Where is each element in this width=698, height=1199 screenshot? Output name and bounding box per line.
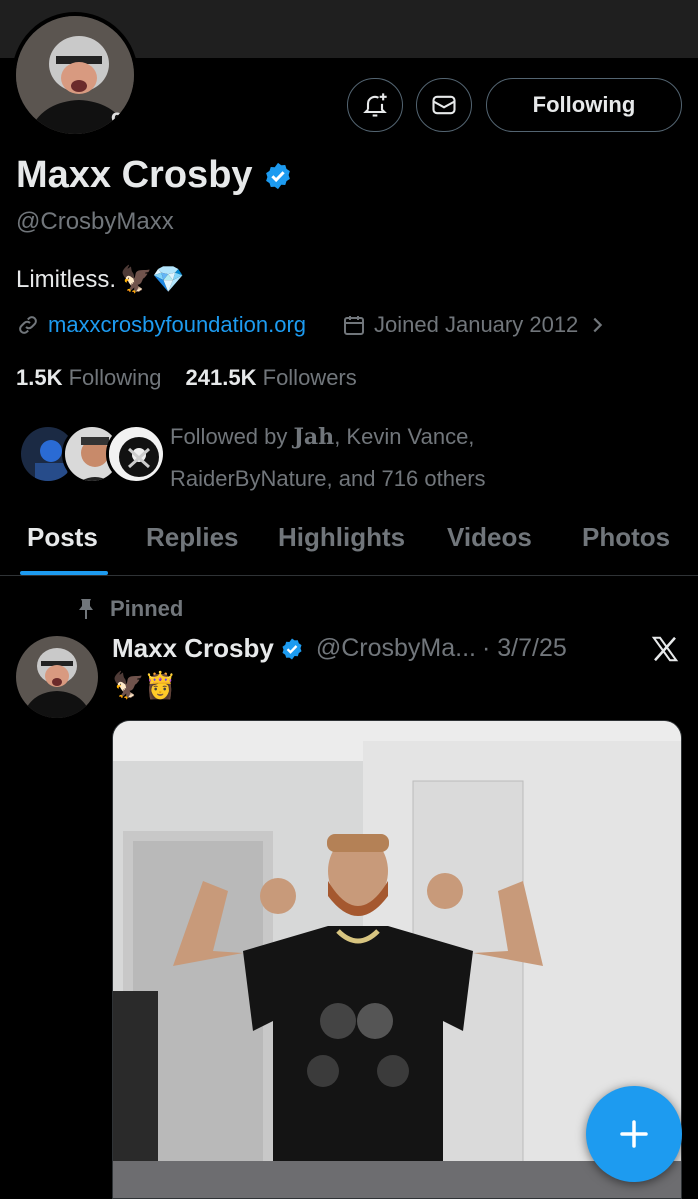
calendar-icon xyxy=(344,316,365,335)
followers-count-label: Followers xyxy=(262,365,357,390)
followed-by-text[interactable]: Followed by Jah, Kevin Vance, RaiderByNa… xyxy=(170,416,670,499)
profile-bio: Limitless. 🦅💎 xyxy=(16,264,185,295)
follower-avatar xyxy=(106,424,166,484)
tab-videos[interactable]: Videos xyxy=(447,522,532,553)
followers-count-link[interactable]: 241.5K Followers xyxy=(186,365,357,391)
profile-avatar[interactable]: 9 xyxy=(12,12,138,138)
tab-replies[interactable]: Replies xyxy=(146,522,239,553)
followed-by-name: Jah xyxy=(293,424,335,450)
notification-bell-button[interactable] xyxy=(347,78,403,132)
profile-name: Maxx Crosby xyxy=(16,154,293,197)
following-count-link[interactable]: 1.5K Following xyxy=(16,365,162,391)
followed-by-avatars[interactable] xyxy=(18,424,166,486)
followers-count: 241.5K xyxy=(185,365,257,390)
post-author-handle[interactable]: @CrosbyMa... xyxy=(316,634,476,663)
joined-date: Joined January 2012 xyxy=(374,312,579,337)
pinned-label: Pinned xyxy=(76,596,183,622)
bell-plus-icon xyxy=(363,93,387,117)
active-tab-indicator xyxy=(20,571,108,575)
x-logo-icon[interactable] xyxy=(650,634,680,664)
profile-handle: @CrosbyMaxx xyxy=(16,208,174,235)
plus-icon xyxy=(620,1120,648,1148)
pin-icon xyxy=(79,599,93,619)
following-button[interactable]: Following xyxy=(486,78,682,132)
profile-meta: maxxcrosbyfoundation.org Joined January … xyxy=(16,312,608,338)
followed-by-line2: RaiderByNature, and 716 others xyxy=(170,466,486,491)
post-date[interactable]: · 3/7/25 xyxy=(482,634,567,663)
svg-text:9: 9 xyxy=(111,108,123,133)
followed-by-rest: , Kevin Vance, xyxy=(334,424,475,449)
following-button-label: Following xyxy=(532,92,636,117)
bio-emojis: 🦅💎 xyxy=(120,264,185,294)
chevron-right-icon[interactable] xyxy=(586,314,608,336)
following-count-label: Following xyxy=(68,365,162,390)
follow-counts: 1.5K Following 241.5K Followers xyxy=(16,365,357,391)
tab-photos[interactable]: Photos xyxy=(582,522,670,553)
profile-tabs: Posts Replies Highlights Videos Photos xyxy=(0,508,698,576)
verified-badge-icon xyxy=(265,162,290,189)
bio-text: Limitless. xyxy=(16,265,117,293)
pinned-text: Pinned xyxy=(110,596,184,621)
post-author-avatar[interactable] xyxy=(16,636,98,718)
message-button[interactable] xyxy=(416,78,472,132)
link-icon xyxy=(19,316,37,334)
post-header: Maxx Crosby @CrosbyMa... · 3/7/25 xyxy=(112,633,567,664)
tab-highlights[interactable]: Highlights xyxy=(278,522,405,553)
tab-posts[interactable]: Posts xyxy=(27,522,98,553)
post-author-name[interactable]: Maxx Crosby xyxy=(112,633,274,664)
verified-badge-icon xyxy=(282,638,302,659)
following-count: 1.5K xyxy=(16,365,63,390)
compose-post-button[interactable] xyxy=(586,1086,682,1182)
website-link[interactable]: maxxcrosbyfoundation.org xyxy=(48,312,306,338)
profile-name-text: Maxx Crosby xyxy=(16,154,253,196)
post-text: 🦅👸 xyxy=(112,670,177,700)
followed-by-prefix: Followed by xyxy=(170,424,294,449)
envelope-icon xyxy=(432,95,456,115)
